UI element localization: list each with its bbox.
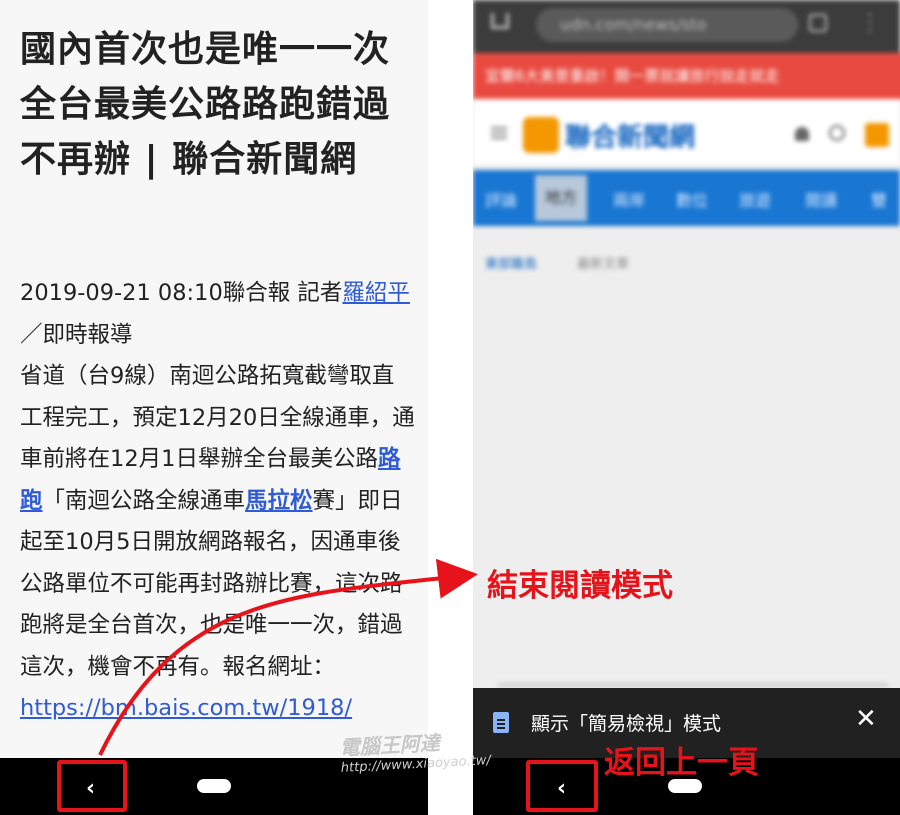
go-back-label: 返回上一頁 (604, 745, 759, 781)
site-watermark: 電腦王阿達 http://www.xiaoyao.tw/ (339, 724, 491, 776)
exit-reader-mode-label: 結束閱讀模式 (487, 568, 673, 604)
annotation-arrow (98, 558, 478, 756)
